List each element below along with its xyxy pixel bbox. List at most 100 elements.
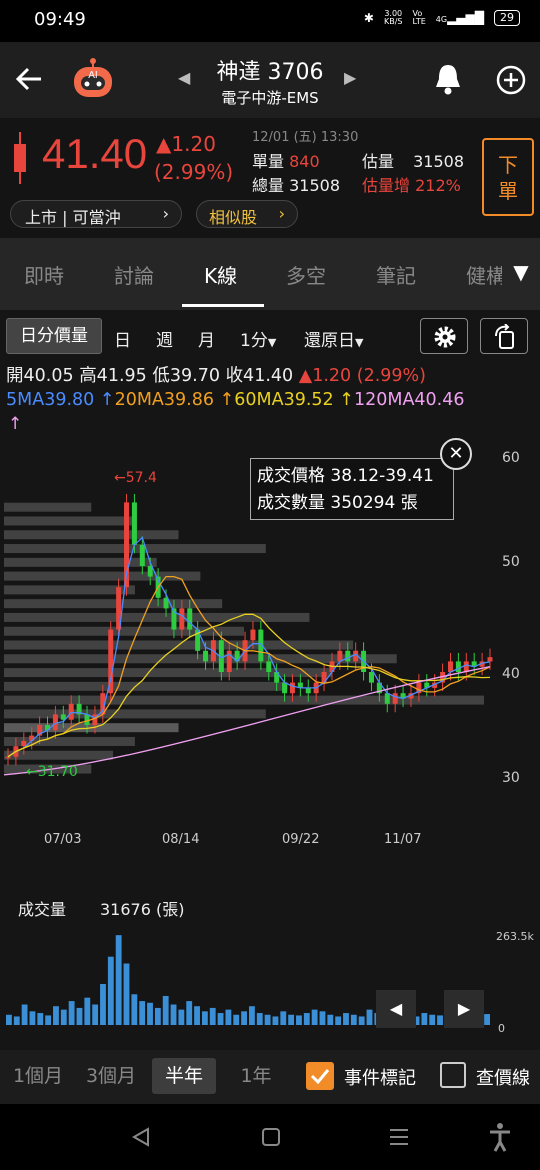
price-change-pct: (2.99%) xyxy=(154,160,234,184)
volume-label: 成交量 xyxy=(18,900,67,919)
volume-value: 31676 (張) xyxy=(100,900,185,919)
system-nav-bar xyxy=(0,1104,540,1170)
candle-body xyxy=(384,693,390,704)
range-1m[interactable]: 1個月 xyxy=(6,1058,70,1094)
ohlc-high: 高41.95 xyxy=(79,366,147,386)
gear-icon xyxy=(434,326,456,348)
volume-value: 840 xyxy=(289,152,320,171)
nav-menu-icon[interactable] xyxy=(388,1126,410,1148)
market-tag-button[interactable]: 上市 | 可當沖 › xyxy=(10,200,182,228)
tabs-more-icon[interactable]: ▼ xyxy=(502,238,540,310)
volume-bar xyxy=(53,1006,59,1025)
candle-body xyxy=(84,714,90,725)
range-1y[interactable]: 1年 xyxy=(226,1058,286,1094)
chevron-right-icon: › xyxy=(162,204,169,223)
range-6m[interactable]: 半年 xyxy=(152,1058,216,1094)
checkmark-icon xyxy=(310,1069,330,1085)
volume-bar xyxy=(280,1011,287,1025)
volte-icon: Vo LTE xyxy=(412,9,426,26)
tab-notes[interactable]: 筆記 xyxy=(376,260,416,289)
ma20-value: 20MA39.86 xyxy=(114,390,214,410)
rotate-screen-icon xyxy=(495,324,514,349)
scroll-left-button[interactable]: ◀ xyxy=(376,990,416,1028)
net-speed: 3.00 KB/S xyxy=(383,9,403,26)
range-3m[interactable]: 3個月 xyxy=(78,1058,144,1094)
volume-bar xyxy=(100,984,106,1025)
chevron-right-icon: › xyxy=(278,204,285,223)
volume-bar xyxy=(29,1011,36,1025)
volume-bar xyxy=(358,1016,365,1025)
price-profile-bar xyxy=(4,681,288,691)
quote-datetime: 12/01 (五) 13:30 xyxy=(252,130,359,145)
top-bar: AI ◀ 神達 3706 電子中游-EMS ▶ xyxy=(0,42,540,118)
price-profile-bar xyxy=(4,516,135,526)
volume-bar xyxy=(256,1013,263,1025)
tab-health[interactable]: 健構 xyxy=(466,260,502,289)
period-day-button[interactable]: 日 xyxy=(114,326,131,351)
candle-body xyxy=(187,608,193,630)
price-profile-bar xyxy=(4,612,310,622)
volume-bar xyxy=(319,1011,326,1025)
volume-bar xyxy=(45,1015,52,1025)
bell-icon[interactable] xyxy=(432,62,464,96)
status-bar: 09:49 ✱ 3.00 KB/S Vo LTE 4G▂▄▆█ 29 xyxy=(0,0,540,42)
volume-bar xyxy=(21,1004,28,1025)
nav-back-icon[interactable] xyxy=(130,1126,152,1148)
total-volume-label: 總量 xyxy=(252,176,285,195)
add-icon[interactable] xyxy=(495,64,527,96)
volume-bar xyxy=(209,1007,216,1025)
nav-home-icon[interactable] xyxy=(260,1126,282,1148)
y-tick-60: 60 xyxy=(502,450,520,466)
candle-body xyxy=(139,544,145,566)
volume-bar xyxy=(249,1006,255,1025)
settings-button[interactable] xyxy=(420,318,468,354)
up-arrow-icon: ↑ xyxy=(219,390,235,410)
candle-body xyxy=(392,693,398,704)
scroll-right-button[interactable]: ▶ xyxy=(444,990,484,1028)
volume-bar xyxy=(429,1014,436,1025)
price-profile-bar xyxy=(4,502,92,512)
event-mark-checkbox[interactable] xyxy=(306,1062,334,1090)
volume-bar xyxy=(264,1014,271,1025)
period-month-button[interactable]: 月 xyxy=(198,326,215,351)
tab-discussion[interactable]: 討論 xyxy=(114,260,154,289)
minute-select[interactable]: 1分▼ xyxy=(240,326,276,351)
volume-bar xyxy=(178,1009,185,1025)
tab-realtime[interactable]: 即時 xyxy=(24,260,64,289)
candle-body xyxy=(455,661,461,672)
volume-bar xyxy=(37,1013,44,1025)
price-profile-bar xyxy=(4,557,157,567)
ohlc-pct: (2.99%) xyxy=(356,366,427,386)
candle-body xyxy=(463,661,469,672)
next-stock-icon[interactable]: ▶ xyxy=(344,68,356,87)
rotate-button[interactable] xyxy=(480,318,528,354)
volume-bar xyxy=(154,1007,161,1025)
accessibility-icon[interactable] xyxy=(488,1122,512,1152)
ohlc-close: 收41.40 xyxy=(225,366,294,386)
volume-bar xyxy=(350,1014,357,1025)
range-bar: 1個月 3個月 半年 1年 事件標記 查價線 xyxy=(0,1050,540,1104)
price-line-checkbox[interactable] xyxy=(440,1062,466,1088)
tab-bull-bear[interactable]: 多空 xyxy=(286,260,326,289)
tooltip-qty-label: 成交數量 xyxy=(257,493,325,513)
volume-bar xyxy=(76,1007,83,1025)
candle-body xyxy=(266,661,272,672)
volume-bar xyxy=(343,1013,349,1025)
event-mark-label: 事件標記 xyxy=(344,1068,416,1089)
ma60-value: 60MA39.52 xyxy=(234,390,334,410)
total-volume-value: 31508 xyxy=(289,176,341,195)
price-profile-bar xyxy=(4,750,114,760)
volume-bar xyxy=(68,1001,75,1025)
volume-bar xyxy=(92,1004,99,1025)
restore-select[interactable]: 還原日▼ xyxy=(304,326,363,351)
similar-stock-button[interactable]: 相似股 › xyxy=(196,200,298,228)
up-arrow-icon: ↑ xyxy=(99,390,115,410)
intraday-button[interactable]: 日分價量 xyxy=(6,318,102,354)
high-annotation: ←57.4 xyxy=(114,470,157,486)
order-button[interactable]: 下 單 xyxy=(482,138,534,216)
period-week-button[interactable]: 週 xyxy=(156,326,173,351)
candle-body xyxy=(250,629,256,641)
tab-kline[interactable]: K線 xyxy=(204,260,237,289)
close-tooltip-icon[interactable]: ✕ xyxy=(440,438,472,470)
volume-chart xyxy=(6,935,490,1025)
